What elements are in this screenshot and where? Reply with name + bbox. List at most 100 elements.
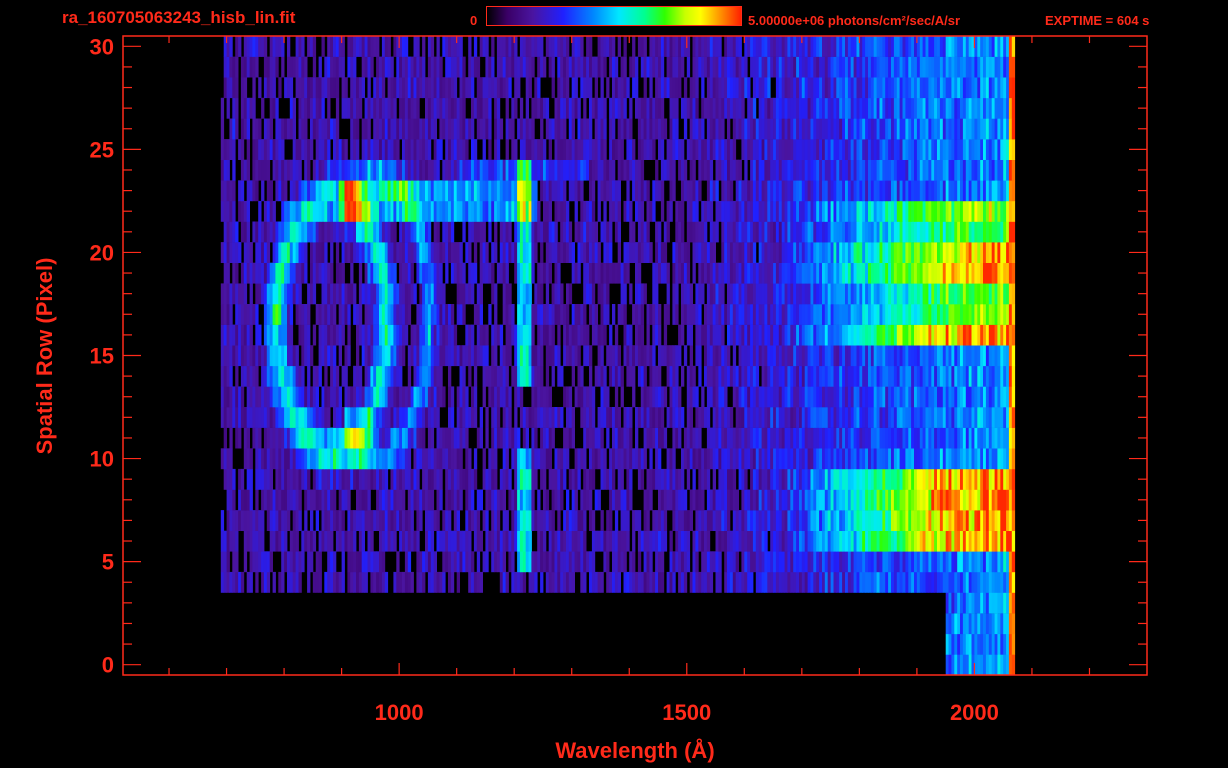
heatmap-cell (701, 386, 705, 408)
heatmap-cell (666, 221, 670, 243)
heatmap-cell (960, 530, 964, 552)
heatmap-cell (531, 510, 535, 531)
heatmap-cell (747, 530, 751, 552)
heatmap-cell (816, 551, 820, 573)
heatmap-cell (655, 448, 659, 470)
heatmap-cell (974, 221, 978, 243)
heatmap-cell (715, 304, 719, 325)
heatmap-cell (729, 180, 734, 202)
heatmap-cell (534, 448, 538, 470)
heatmap-cell (778, 242, 783, 263)
heatmap-cell (252, 262, 256, 284)
heatmap-cell (845, 221, 849, 243)
heatmap-cell (566, 200, 570, 222)
heatmap-cell (827, 365, 831, 387)
heatmap-cell (361, 324, 365, 346)
heatmap-cell (965, 386, 970, 408)
heatmap-cell (807, 530, 811, 552)
heatmap-cell (934, 180, 938, 202)
heatmap-cell (721, 304, 725, 325)
heatmap-cell (580, 510, 584, 531)
heatmap-cell (356, 365, 360, 387)
heatmap-cell (284, 262, 288, 284)
heatmap-cell (778, 324, 783, 346)
heatmap-cell (571, 345, 575, 367)
heatmap-cell (534, 221, 538, 243)
heatmap-cell (807, 407, 811, 428)
heatmap-cell (263, 159, 268, 181)
heatmap-cell (983, 427, 987, 449)
heatmap-cell (681, 407, 685, 428)
heatmap-cell (223, 262, 227, 284)
heatmap-cell (632, 510, 636, 531)
heatmap-cell (338, 262, 342, 284)
heatmap-cell (856, 571, 860, 593)
heatmap-cell (448, 180, 452, 202)
heatmap-cell (755, 221, 760, 243)
heatmap-cell (376, 427, 380, 449)
heatmap-cell (410, 262, 414, 284)
heatmap-cell (830, 262, 834, 284)
heatmap-cell (289, 468, 294, 490)
heatmap-cell (479, 345, 483, 367)
heatmap-cell (658, 489, 662, 511)
heatmap-cell (732, 427, 737, 449)
heatmap-cell (393, 200, 397, 222)
heatmap-cell (269, 304, 273, 325)
heatmap-cell (246, 365, 250, 387)
heatmap-cell (252, 365, 256, 387)
heatmap-cell (263, 242, 268, 263)
heatmap-cell (292, 530, 296, 552)
heatmap-cell (416, 180, 420, 202)
heatmap-cell (922, 448, 926, 470)
heatmap-cell (951, 304, 955, 325)
heatmap-cell (819, 242, 823, 263)
heatmap-cell (905, 551, 909, 573)
heatmap-cell (1011, 283, 1016, 305)
heatmap-cell (410, 571, 414, 593)
heatmap-cell (462, 262, 466, 284)
heatmap-cell (373, 345, 377, 367)
heatmap-cell (965, 283, 970, 305)
heatmap-cell (922, 200, 926, 222)
heatmap-cell (925, 530, 929, 552)
heatmap-cell (758, 530, 762, 552)
heatmap-cell (951, 221, 955, 243)
heatmap-cell (289, 571, 294, 593)
heatmap-cell (367, 386, 371, 408)
heatmap-cell (266, 159, 271, 181)
heatmap-cell (338, 345, 342, 367)
heatmap-cell (333, 386, 337, 408)
heatmap-cell (853, 324, 857, 346)
heatmap-cell (997, 365, 1001, 387)
heatmap-cell (796, 530, 800, 552)
heatmap-cell (341, 468, 345, 490)
heatmap-cell (586, 407, 590, 428)
heatmap-cell (888, 386, 892, 408)
heatmap-cell (307, 159, 311, 181)
heatmap-cell (574, 510, 578, 531)
heatmap-cell (522, 242, 527, 263)
heatmap-cell (609, 530, 613, 552)
heatmap-cell (1000, 304, 1004, 325)
heatmap-cell (439, 262, 443, 284)
heatmap-cell (787, 386, 791, 408)
heatmap-cell (338, 407, 342, 428)
heatmap-cell (729, 489, 734, 511)
heatmap-cell (727, 407, 731, 428)
heatmap-cell (560, 551, 564, 573)
heatmap-cell (865, 571, 869, 593)
heatmap-cell (453, 448, 458, 470)
heatmap-cell (686, 200, 691, 222)
heatmap-cell (220, 448, 225, 470)
heatmap-cell (813, 180, 817, 202)
heatmap-cell (701, 489, 705, 511)
heatmap-cell (767, 242, 771, 263)
heatmap-cell (292, 386, 296, 408)
heatmap-cell (413, 530, 417, 552)
heatmap-cell (824, 324, 829, 346)
heatmap-cell (568, 510, 573, 531)
heatmap-cell (246, 427, 250, 449)
heatmap-cell (1003, 551, 1007, 573)
heatmap-cell (387, 324, 391, 346)
